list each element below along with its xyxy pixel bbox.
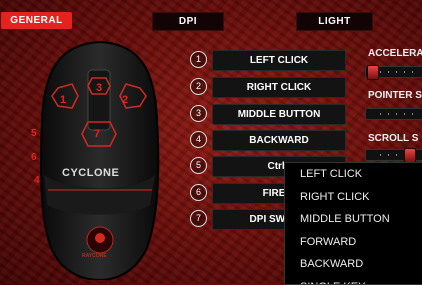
mouse-brand: CYCLONE — [62, 167, 119, 179]
button-number: 2 — [190, 78, 207, 95]
scroll-speed-label: SCROLL S — [368, 133, 418, 144]
button-number: 7 — [190, 210, 207, 227]
tab-light[interactable]: LIGHT — [296, 12, 373, 31]
acceleration-slider[interactable] — [365, 66, 422, 78]
mouse-marker-4: 4 — [34, 175, 40, 186]
button-number: 1 — [190, 51, 207, 68]
dropdown-option-middle-button[interactable]: MIDDLE BUTTON — [285, 208, 422, 231]
dropdown-option-single-key[interactable]: SINGLE KEY — [285, 276, 422, 285]
button-function-dropdown[interactable]: LEFT CLICK RIGHT CLICK MIDDLE BUTTON FOR… — [284, 162, 422, 285]
tab-general[interactable]: GENERAL — [1, 12, 72, 29]
mouse-logo-text: RAYCORE — [82, 253, 107, 259]
mouse-marker-3: 3 — [96, 82, 102, 94]
button-number: 5 — [190, 157, 207, 174]
mouse-marker-7: 7 — [94, 128, 100, 140]
dropdown-option-left-click[interactable]: LEFT CLICK — [285, 163, 422, 186]
button-assign-2[interactable]: RIGHT CLICK — [212, 77, 346, 98]
button-number: 4 — [190, 131, 207, 148]
dropdown-option-right-click[interactable]: RIGHT CLICK — [285, 186, 422, 209]
button-row-4[interactable]: 4 BACKWARD — [190, 130, 344, 149]
button-row-2[interactable]: 2 RIGHT CLICK — [190, 77, 344, 96]
pointer-speed-label: POINTER S — [368, 90, 422, 101]
mouse-marker-2: 2 — [122, 94, 128, 106]
mouse-marker-1: 1 — [60, 94, 66, 106]
mouse-marker-6: 6 — [31, 152, 37, 163]
button-number: 3 — [190, 105, 207, 122]
button-row-1[interactable]: 1 LEFT CLICK — [190, 50, 344, 69]
button-assign-4[interactable]: BACKWARD — [212, 130, 346, 151]
scroll-speed-slider[interactable] — [365, 149, 422, 161]
mouse-marker-5: 5 — [31, 128, 37, 139]
button-assign-1[interactable]: LEFT CLICK — [212, 50, 346, 71]
slider-knob[interactable] — [367, 65, 379, 80]
mouse-illustration — [30, 40, 170, 280]
button-row-3[interactable]: 3 MIDDLE BUTTON — [190, 104, 344, 123]
button-assign-3[interactable]: MIDDLE BUTTON — [212, 104, 346, 125]
dropdown-option-backward[interactable]: BACKWARD — [285, 253, 422, 276]
tab-dpi[interactable]: DPI — [152, 12, 224, 31]
slider-ticks — [380, 113, 419, 115]
slider-knob[interactable] — [404, 148, 416, 163]
acceleration-label: ACCELERA — [368, 48, 422, 59]
slider-ticks — [380, 71, 419, 73]
button-number: 6 — [190, 184, 207, 201]
dropdown-option-forward[interactable]: FORWARD — [285, 231, 422, 254]
pointer-speed-slider[interactable] — [365, 108, 422, 120]
